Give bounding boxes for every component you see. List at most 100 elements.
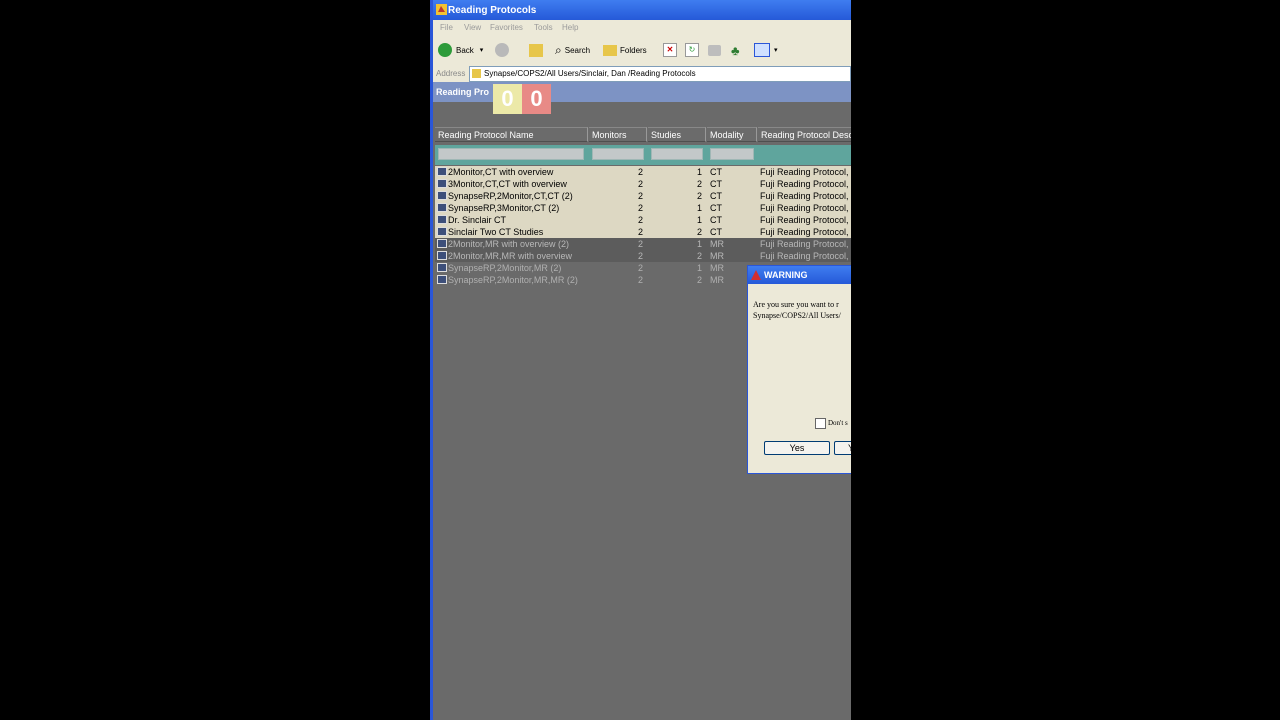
column-header-modality[interactable]: Modality	[707, 127, 757, 142]
dialog-title-bar[interactable]: WARNING	[748, 266, 851, 284]
column-header-description[interactable]: Reading Protocol Desc	[758, 127, 851, 142]
filter-input-modality[interactable]	[710, 148, 754, 160]
dialog-message-line-1: Are you sure you want to r	[753, 300, 839, 309]
cell-name: 2Monitor,MR,MR with overview	[448, 251, 573, 261]
protocol-icon	[437, 179, 447, 188]
cell-name: 2Monitor,CT with overview	[448, 167, 554, 177]
tree-button[interactable]: ♣	[731, 42, 740, 58]
forward-arrow-icon	[495, 43, 509, 57]
table-row[interactable]: 2Monitor,MR with overview (2) 2 1 MR Fuji Re…	[435, 238, 851, 250]
cell-name: SynapseRP,2Monitor,CT,CT (2)	[448, 191, 573, 201]
cell-monitors: 2	[637, 203, 643, 213]
dont-show-checkbox[interactable]	[815, 418, 826, 429]
cell-modality: MR	[710, 275, 724, 285]
print-button[interactable]	[708, 42, 721, 58]
cell-monitors: 2	[637, 167, 643, 177]
cell-studies: 1	[696, 203, 702, 213]
up-folder-button[interactable]	[529, 42, 543, 58]
cell-modality: CT	[710, 203, 722, 213]
search-button[interactable]: ⌕ Search	[555, 42, 590, 58]
cell-modality: CT	[710, 191, 722, 201]
filter-input-name[interactable]	[438, 148, 584, 160]
cell-name: 2Monitor,MR with overview (2)	[448, 239, 570, 249]
table-row[interactable]: 3Monitor,CT,CT with overview 2 2 CT Fuji Rea…	[435, 178, 851, 190]
explorer-window: Reading Protocols File View Favorites To…	[430, 0, 851, 720]
column-header-row: Reading Protocol Name Monitors Studies M…	[435, 127, 851, 143]
filter-input-monitors[interactable]	[592, 148, 644, 160]
table-row[interactable]: Sinclair Two CT Studies 2 2 CT Fuji Reading …	[435, 226, 851, 238]
address-label: Address	[436, 69, 466, 78]
cell-monitors: 2	[637, 275, 643, 285]
cell-studies: 2	[696, 191, 702, 201]
cell-monitors: 2	[637, 179, 643, 189]
cell-monitors: 2	[637, 263, 643, 273]
chevron-down-icon[interactable]: ▾	[774, 46, 778, 54]
dialog-title: WARNING	[764, 270, 808, 280]
back-arrow-icon	[438, 43, 452, 57]
address-value: Synapse/COPS2/All Users/Sinclair, Dan /R…	[484, 69, 696, 78]
dialog-message-line-2: Synapse/COPS2/All Users/	[753, 311, 841, 320]
cell-description: Fuji Reading Protocol,	[760, 215, 849, 225]
menu-tools[interactable]: Tools	[534, 23, 553, 32]
menu-view[interactable]: View	[464, 23, 481, 32]
column-header-name[interactable]: Reading Protocol Name	[435, 127, 588, 142]
cell-description: Fuji Reading Protocol,	[760, 239, 849, 249]
views-button[interactable]: ▾	[754, 42, 778, 58]
cell-name: SynapseRP,3Monitor,CT (2)	[448, 203, 560, 213]
back-button[interactable]: Back ▾	[438, 42, 483, 58]
window-title: Reading Protocols	[448, 5, 537, 16]
cell-modality: CT	[710, 215, 722, 225]
table-row[interactable]: SynapseRP,3Monitor,CT (2) 2 1 CT Fuji Readin…	[435, 202, 851, 214]
folders-button[interactable]: Folders	[603, 42, 647, 58]
chevron-down-icon[interactable]: ▾	[480, 46, 484, 54]
cell-studies: 1	[696, 239, 702, 249]
cell-studies: 2	[696, 179, 702, 189]
cell-description: Fuji Reading Protocol,	[760, 251, 849, 261]
cell-name: 3Monitor,CT,CT with overview	[448, 179, 567, 189]
cell-monitors: 2	[637, 239, 643, 249]
warning-dialog: WARNING Are you sure you want to r Synap…	[747, 265, 851, 474]
cell-name: Dr. Sinclair CT	[448, 215, 507, 225]
column-header-studies[interactable]: Studies	[648, 127, 706, 142]
filter-input-studies[interactable]	[651, 148, 703, 160]
second-button[interactable]: Y	[834, 441, 851, 455]
warning-icon	[751, 270, 761, 280]
table-row[interactable]: SynapseRP,2Monitor,CT,CT (2) 2 2 CT Fuji Rea…	[435, 190, 851, 202]
cell-modality: MR	[710, 263, 724, 273]
cell-monitors: 2	[637, 227, 643, 237]
cell-studies: 2	[696, 227, 702, 237]
column-header-monitors[interactable]: Monitors	[589, 127, 647, 142]
menu-help[interactable]: Help	[562, 23, 578, 32]
menu-file[interactable]: File	[440, 23, 453, 32]
cell-modality: MR	[710, 251, 724, 261]
table-row[interactable]: Dr. Sinclair CT 2 1 CT Fuji Reading Protocol…	[435, 214, 851, 226]
delete-button[interactable]: ✕	[663, 42, 677, 58]
yes-button[interactable]: Yes	[764, 441, 830, 455]
dont-show-label: Don't s	[828, 419, 848, 427]
filter-row	[435, 145, 851, 165]
search-label: Search	[564, 45, 591, 55]
address-input[interactable]: Synapse/COPS2/All Users/Sinclair, Dan /R…	[469, 66, 851, 82]
cell-modality: MR	[710, 239, 724, 249]
table-row[interactable]: 2Monitor,CT with overview 2 1 CT Fuji Readin…	[435, 166, 851, 178]
tree-icon: ♣	[731, 42, 740, 58]
cell-description: Fuji Reading Protocol,	[760, 203, 849, 213]
window-icon	[436, 4, 447, 15]
protocol-icon	[437, 275, 447, 284]
refresh-button[interactable]: ↻	[685, 42, 699, 58]
title-bar[interactable]: Reading Protocols	[433, 0, 851, 20]
cell-modality: CT	[710, 227, 722, 237]
page-title: Reading Pro	[436, 87, 490, 97]
forward-button[interactable]	[495, 42, 509, 58]
cell-description: Fuji Reading Protocol,	[760, 167, 849, 177]
menu-favorites[interactable]: Favorites	[490, 23, 523, 32]
cell-name: SynapseRP,2Monitor,MR (2)	[448, 263, 562, 273]
cell-description: Fuji Reading Protocol,	[760, 179, 849, 189]
cell-studies: 1	[696, 215, 702, 225]
cell-modality: CT	[710, 179, 722, 189]
cell-description: Fuji Reading Protocol,	[760, 227, 849, 237]
search-icon: ⌕	[555, 42, 562, 57]
table-row[interactable]: 2Monitor,MR,MR with overview 2 2 MR Fuji Rea…	[435, 250, 851, 262]
protocol-icon	[437, 191, 447, 200]
folders-icon	[603, 44, 617, 56]
